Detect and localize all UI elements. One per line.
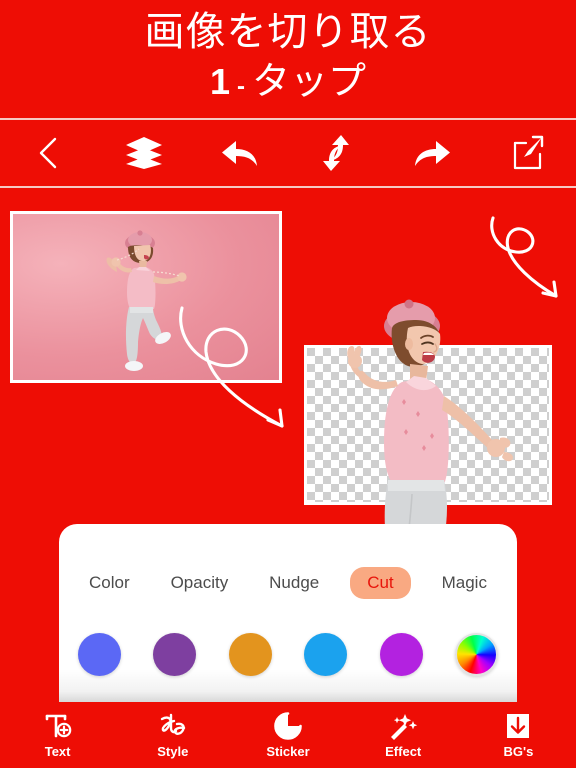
nav-label-sticker: Sticker bbox=[266, 744, 310, 759]
nav-label-style: Style bbox=[157, 744, 189, 759]
background-download-icon bbox=[504, 711, 532, 741]
editor-canvas bbox=[0, 188, 576, 536]
promo-header: 画像を切り取る 1 - タップ bbox=[0, 0, 576, 118]
original-photo-figure bbox=[106, 230, 187, 371]
nav-label-effect: Effect bbox=[385, 744, 422, 759]
nav-item-text[interactable]: Text bbox=[0, 703, 115, 768]
tab-cut[interactable]: Cut bbox=[350, 567, 411, 599]
text-add-icon bbox=[44, 711, 72, 741]
redo-icon bbox=[411, 135, 453, 171]
undo-button[interactable] bbox=[192, 120, 288, 186]
cutout-photo-figure bbox=[347, 299, 513, 536]
swap-icon bbox=[316, 133, 356, 173]
swatch-sky-blue[interactable] bbox=[304, 632, 348, 676]
swatch-purple[interactable] bbox=[153, 632, 197, 676]
subtitle-number: 1 bbox=[209, 61, 230, 102]
nav-label-text: Text bbox=[44, 744, 71, 759]
share-button[interactable] bbox=[480, 120, 576, 186]
tab-magic[interactable]: Magic bbox=[432, 567, 497, 599]
swatch-orange[interactable] bbox=[228, 632, 272, 676]
original-photo[interactable] bbox=[10, 211, 282, 383]
tab-opacity[interactable]: Opacity bbox=[161, 567, 239, 599]
nav-item-sticker[interactable]: Sticker bbox=[230, 703, 345, 768]
subtitle-dash: - bbox=[237, 73, 245, 100]
subtitle-word: タップ bbox=[252, 61, 367, 103]
bottom-nav: Text Style Sticker Effect BG's bbox=[0, 703, 576, 768]
layers-button[interactable] bbox=[96, 120, 192, 186]
redo-button[interactable] bbox=[384, 120, 480, 186]
sticker-icon bbox=[274, 711, 302, 741]
back-icon bbox=[35, 136, 61, 170]
editor-toolbar bbox=[0, 120, 576, 186]
swatch-blue-violet[interactable] bbox=[78, 632, 121, 676]
nav-item-effect[interactable]: Effect bbox=[346, 703, 461, 768]
options-panel: Color Opacity Nudge Cut Magic bbox=[59, 524, 517, 702]
effect-sparkle-icon bbox=[388, 711, 418, 741]
page-title: 画像を切り取る bbox=[144, 10, 432, 54]
swap-button[interactable] bbox=[288, 120, 384, 186]
nav-label-bgs: BG's bbox=[503, 744, 534, 759]
layers-icon bbox=[124, 135, 164, 171]
tab-nudge[interactable]: Nudge bbox=[259, 567, 329, 599]
color-swatch-row bbox=[59, 628, 517, 680]
options-tab-row: Color Opacity Nudge Cut Magic bbox=[59, 566, 517, 600]
back-button[interactable] bbox=[0, 120, 96, 186]
style-script-icon bbox=[158, 711, 188, 741]
app-root: 画像を切り取る 1 - タップ Color Opacity Nudge Cut … bbox=[0, 0, 576, 768]
cutout-photo[interactable] bbox=[304, 299, 552, 536]
undo-icon bbox=[219, 135, 261, 171]
nav-item-bgs[interactable]: BG's bbox=[461, 703, 576, 768]
share-icon bbox=[511, 135, 545, 171]
page-subtitle: 1 - タップ bbox=[210, 58, 366, 111]
tab-color[interactable]: Color bbox=[79, 567, 140, 599]
swatch-magenta[interactable] bbox=[379, 632, 423, 676]
swatch-color-wheel[interactable] bbox=[454, 632, 498, 676]
nav-item-style[interactable]: Style bbox=[115, 703, 230, 768]
